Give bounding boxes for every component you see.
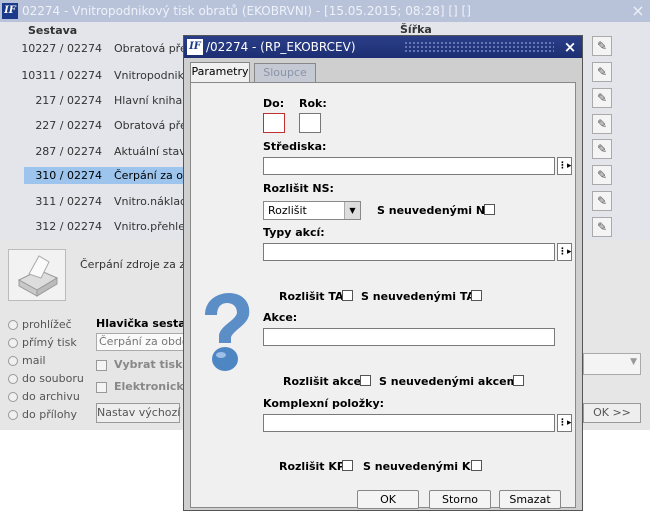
column-header-sestava: Sestava <box>28 24 78 37</box>
chevron-down-icon[interactable]: ▼ <box>344 202 360 219</box>
edit-icon[interactable]: ✎ <box>592 62 612 82</box>
default-button[interactable]: Nastav výchozí <box>96 403 180 423</box>
checkbox-elektronicky[interactable] <box>96 382 107 393</box>
row-name[interactable]: Aktuální stavy <box>114 145 186 158</box>
row-name[interactable]: Hlavní kniha p <box>114 94 186 107</box>
app-logo-icon: IF <box>187 39 203 55</box>
label-rozlisit-ns: Rozlišit NS: <box>263 182 334 195</box>
header-input[interactable]: Čerpání za obdob <box>96 333 184 351</box>
select-field[interactable]: ▼ <box>583 353 641 375</box>
header-label: Hlavička sestav <box>96 317 193 330</box>
row-name[interactable]: Vnitro.náklady <box>114 195 186 208</box>
checkbox-label: Elektronický <box>114 380 191 393</box>
edit-icon[interactable]: ✎ <box>592 165 612 185</box>
radio-label: prohlížeč <box>22 318 72 331</box>
parameters-dialog: /02274 - (RP_EKOBRCEV) IF × Parametry Sl… <box>183 35 583 511</box>
radio-label: do souboru <box>22 372 84 385</box>
radio-do-prilohy[interactable] <box>8 410 18 420</box>
label-rozlisit-ta: Rozlišit TA <box>279 290 344 303</box>
radio-mail[interactable] <box>8 356 18 366</box>
printer-icon <box>8 249 66 301</box>
picker-icon[interactable]: ⋮▸ <box>557 243 572 261</box>
s-neuvedenymi-ns-checkbox[interactable] <box>484 204 495 215</box>
row-number[interactable]: 227 / 02274 <box>2 119 102 132</box>
edit-icon[interactable]: ✎ <box>592 36 612 56</box>
picker-icon[interactable]: ⋮▸ <box>557 157 572 175</box>
checkbox-label: Vybrat tiská <box>114 358 190 371</box>
app-logo-icon: IF <box>2 3 18 19</box>
storno-button[interactable]: Storno <box>429 490 491 509</box>
row-number[interactable]: 10227 / 02274 <box>2 42 102 55</box>
edit-icon[interactable]: ✎ <box>592 114 612 134</box>
dialog-title: /02274 - (RP_EKOBRCEV) <box>206 40 356 54</box>
rozlisit-kp-checkbox[interactable] <box>342 460 353 471</box>
s-neuvedenymi-ta-checkbox[interactable] <box>471 290 482 301</box>
edit-icon[interactable]: ✎ <box>592 191 612 211</box>
row-number[interactable]: 287 / 02274 <box>2 145 102 158</box>
row-number[interactable]: 312 / 02274 <box>2 220 102 233</box>
chevron-down-icon: ▼ <box>630 357 637 367</box>
rozlisit-akce-checkbox[interactable] <box>360 375 371 386</box>
label-s-neuvedenymi-kp: S neuvedenými KP <box>363 460 479 473</box>
komplexni-polozky-input[interactable] <box>263 414 555 432</box>
edit-icon[interactable]: ✎ <box>592 217 612 237</box>
window-title-bar: 02274 - Vnitropodnikový tisk obratů (EKO… <box>0 0 650 22</box>
edit-icon[interactable]: ✎ <box>592 139 612 159</box>
report-description: Čerpání zdroje za za <box>80 258 192 271</box>
close-icon[interactable]: × <box>560 36 580 58</box>
radio-do-souboru[interactable] <box>8 374 18 384</box>
row-name[interactable]: Obratová před <box>114 119 186 132</box>
ok-next-button[interactable]: OK >> <box>583 403 641 423</box>
label-rok: Rok: <box>299 97 327 110</box>
row-number[interactable]: 311 / 02274 <box>2 195 102 208</box>
strediska-input[interactable] <box>263 157 555 175</box>
tab-sloupce[interactable]: Sloupce <box>254 63 316 83</box>
ok-button[interactable]: OK <box>357 490 419 509</box>
parameters-tab-content: Do: Rok: Střediska: ⋮▸ Rozlišit NS: Rozl… <box>190 82 576 509</box>
label-rozlisit-akce: Rozlišit akce <box>283 375 362 388</box>
label-s-neuvedenymi-ns: S neuvedenými NS <box>377 204 494 217</box>
radio-label: do přílohy <box>22 408 78 421</box>
tab-parametry[interactable]: Parametry <box>190 62 250 82</box>
s-neuvedenymi-akcemi-checkbox[interactable] <box>513 375 524 386</box>
row-name[interactable]: Vnitropodnikov <box>114 69 186 82</box>
row-name[interactable]: Čerpání za o <box>114 169 186 182</box>
close-icon[interactable]: × <box>628 1 648 21</box>
akce-input[interactable] <box>263 328 555 346</box>
label-do: Do: <box>263 97 285 110</box>
s-neuvedenymi-kp-checkbox[interactable] <box>471 460 482 471</box>
label-strediska: Střediska: <box>263 140 327 153</box>
label-rozlisit-kp: Rozlišit KP <box>279 460 345 473</box>
radio-label: přímý tisk <box>22 336 77 349</box>
rozlisit-ns-select[interactable]: Rozlišit ▼ <box>263 201 361 220</box>
rozlisit-ta-checkbox[interactable] <box>342 290 353 301</box>
typy-akci-input[interactable] <box>263 243 555 261</box>
select-value: Rozlišit <box>268 204 307 217</box>
label-s-neuvedenymi-ta: S neuvedenými TA <box>361 290 476 303</box>
row-number[interactable]: 310 / 02274 <box>2 169 102 182</box>
window-title: 02274 - Vnitropodnikový tisk obratů (EKO… <box>22 4 471 18</box>
edit-icon[interactable]: ✎ <box>592 88 612 108</box>
smazat-button[interactable]: Smazat <box>499 490 561 509</box>
row-name[interactable]: Vnitro.přehled <box>114 220 186 233</box>
checkbox-vybrat-tiskarnu[interactable] <box>96 360 107 371</box>
label-akce: Akce: <box>263 311 298 324</box>
question-mark-icon <box>205 293 250 371</box>
label-s-neuvedenymi-akcemi: S neuvedenými akcemi <box>379 375 522 388</box>
row-number[interactable]: 217 / 02274 <box>2 94 102 107</box>
picker-icon[interactable]: ⋮▸ <box>557 414 572 432</box>
row-name[interactable]: Obratová před <box>114 42 186 55</box>
rok-input[interactable] <box>299 113 321 133</box>
label-typy-akci: Typy akcí: <box>263 226 325 239</box>
row-number[interactable]: 10311 / 02274 <box>2 69 102 82</box>
radio-do-archivu[interactable] <box>8 392 18 402</box>
title-grip-pattern <box>404 41 554 53</box>
label-komplexni-polozky: Komplexní položky: <box>263 397 385 410</box>
radio-prohlizec[interactable] <box>8 320 18 330</box>
radio-primy-tisk[interactable] <box>8 338 18 348</box>
radio-label: mail <box>22 354 46 367</box>
do-input[interactable] <box>263 113 285 133</box>
radio-label: do archivu <box>22 390 80 403</box>
